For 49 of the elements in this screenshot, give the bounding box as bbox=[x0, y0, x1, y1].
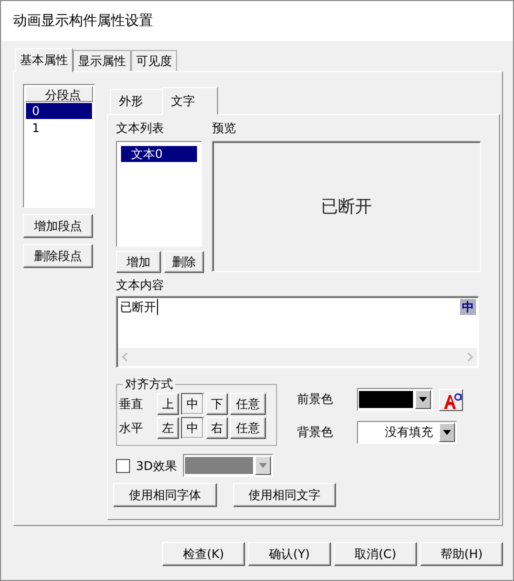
font-icon[interactable] bbox=[439, 388, 463, 410]
ime-indicator: 中 bbox=[460, 299, 476, 315]
dialog-button[interactable]: 帮助(H) bbox=[420, 542, 503, 566]
align-button[interactable]: 中 bbox=[181, 417, 204, 439]
dialog-button[interactable]: 取消(C) bbox=[334, 542, 417, 566]
align-button[interactable]: 任意 bbox=[230, 417, 266, 439]
checkbox-label: 3D效果 bbox=[136, 458, 177, 474]
row-label: 垂直 bbox=[119, 396, 144, 412]
tab[interactable]: 外形 bbox=[110, 89, 162, 114]
group-title: 对齐方式 bbox=[124, 376, 174, 393]
tab[interactable]: 基本属性 bbox=[15, 48, 73, 72]
align-button[interactable]: 下 bbox=[206, 393, 228, 415]
align-button[interactable]: 任意 bbox=[230, 393, 266, 415]
preview-text: 已断开 bbox=[321, 196, 372, 218]
caret-icon bbox=[258, 463, 267, 468]
dialog-button[interactable]: 检查(K) bbox=[162, 542, 245, 566]
list-item[interactable]: 0 bbox=[26, 103, 92, 119]
list-button[interactable]: 增加 bbox=[116, 251, 161, 273]
action-button[interactable]: 使用相同字体 bbox=[113, 483, 217, 507]
field-label: 前景色 bbox=[297, 391, 334, 408]
color-dropdown[interactable] bbox=[357, 388, 433, 411]
segment-button[interactable]: 增加段点 bbox=[23, 214, 93, 238]
tab[interactable]: 可见度 bbox=[131, 50, 177, 71]
color-dropdown[interactable] bbox=[182, 454, 273, 477]
segment-button[interactable]: 删除段点 bbox=[23, 244, 93, 268]
tab[interactable]: 文字 bbox=[162, 87, 218, 115]
field-label: 文本列表 bbox=[116, 120, 165, 137]
field-label: 预览 bbox=[212, 120, 237, 137]
row-label: 水平 bbox=[119, 420, 144, 436]
dialog-button[interactable]: 确认(Y) bbox=[248, 542, 331, 566]
fill-dropdown[interactable]: 没有填充 bbox=[357, 421, 457, 444]
align-button[interactable]: 上 bbox=[157, 393, 179, 415]
field-label: 背景色 bbox=[297, 424, 334, 441]
list-button[interactable]: 删除 bbox=[164, 251, 204, 273]
caret-icon bbox=[443, 430, 451, 435]
text-value: 已断开 bbox=[120, 299, 158, 315]
list-item[interactable]: 文本0 bbox=[121, 146, 197, 162]
caret-icon bbox=[419, 397, 427, 402]
list-item[interactable]: 1 bbox=[26, 120, 92, 136]
tab[interactable]: 显示属性 bbox=[73, 50, 131, 71]
align-button[interactable]: 左 bbox=[157, 417, 179, 439]
field-label: 文本内容 bbox=[116, 277, 165, 294]
text-area[interactable]: 已断开 中 bbox=[116, 296, 479, 368]
window-title: 动画显示构件属性设置 bbox=[13, 12, 153, 30]
align-button[interactable]: 右 bbox=[206, 417, 228, 439]
checkbox[interactable] bbox=[116, 458, 130, 472]
list-header[interactable]: 分段点 bbox=[25, 86, 93, 102]
action-button[interactable]: 使用相同文字 bbox=[233, 483, 336, 507]
align-button[interactable]: 中 bbox=[181, 393, 204, 415]
